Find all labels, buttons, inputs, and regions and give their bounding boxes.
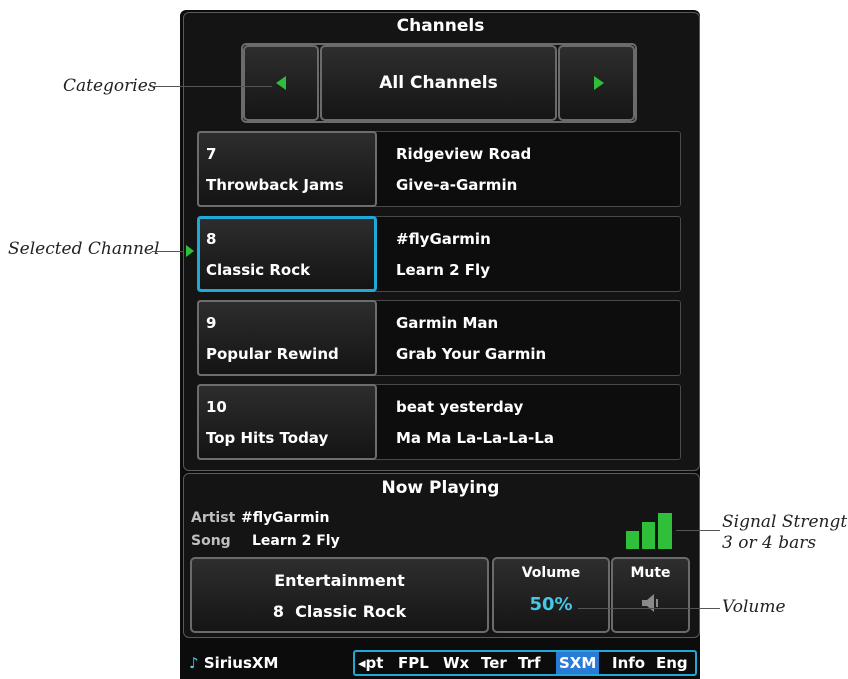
left-arrow-icon xyxy=(276,76,286,90)
channel-button-10[interactable] xyxy=(197,384,377,460)
volume-button[interactable]: Volume 50% xyxy=(492,557,610,633)
music-note-icon: ♪ xyxy=(189,654,199,672)
channel-number: 10 xyxy=(206,398,227,416)
source-label: SiriusXM xyxy=(203,654,279,672)
mute-label: Mute xyxy=(630,565,671,581)
callout-line-signal xyxy=(676,530,720,531)
song-value: Learn 2 Fly xyxy=(252,533,340,549)
artist-label: Artist xyxy=(191,510,236,526)
selected-pointer-icon xyxy=(186,245,194,257)
callout-signal-bars: 3 or 4 bars xyxy=(722,533,817,553)
callout-selected-channel: Selected Channel xyxy=(8,239,160,259)
channel-number: 8 xyxy=(206,230,217,248)
now-playing-channel-button[interactable]: Entertainment 8 Classic Rock xyxy=(190,557,489,633)
channel-name: Popular Rewind xyxy=(206,345,339,363)
callout-line-volume xyxy=(578,608,720,609)
tab-info[interactable]: Info xyxy=(612,652,645,674)
channel-artist: beat yesterday xyxy=(396,398,524,416)
signal-bar-1 xyxy=(626,531,639,549)
channel-artist: Ridgeview Road xyxy=(396,145,532,163)
category-button[interactable]: All Channels xyxy=(320,45,557,121)
channel-artist: Garmin Man xyxy=(396,314,499,332)
callout-signal-strength: Signal Strength xyxy=(722,512,848,532)
tab-ter[interactable]: Ter xyxy=(481,652,507,674)
tab-fpl[interactable]: FPL xyxy=(398,652,429,674)
volume-label: Volume xyxy=(521,565,581,581)
channel-name: Throwback Jams xyxy=(206,176,344,194)
now-playing-title: Now Playing xyxy=(381,478,500,498)
channel-button-9[interactable] xyxy=(197,300,377,376)
callout-categories: Categories xyxy=(63,76,157,96)
channel-name: Top Hits Today xyxy=(206,429,329,447)
signal-bar-2 xyxy=(642,522,655,549)
song-label: Song xyxy=(191,533,231,549)
channels-title: Channels xyxy=(396,16,485,36)
tab-prev[interactable]: ◂pt xyxy=(358,652,383,674)
category-label: All Channels xyxy=(379,73,498,93)
tab-eng[interactable]: Eng xyxy=(656,652,688,674)
channel-song: Grab Your Garmin xyxy=(396,345,547,363)
tab-trf[interactable]: Trf xyxy=(518,652,541,674)
tab-sxm-active[interactable]: SXM xyxy=(556,652,600,674)
tab-wx[interactable]: Wx xyxy=(443,652,469,674)
category-next-button[interactable] xyxy=(558,45,635,121)
channel-song: Ma Ma La-La-La-La xyxy=(396,429,554,447)
channel-song: Learn 2 Fly xyxy=(396,261,490,279)
artist-value: #flyGarmin xyxy=(241,510,330,526)
mute-button[interactable]: Mute xyxy=(611,557,690,633)
callout-line-selected xyxy=(152,251,184,252)
callout-volume: Volume xyxy=(722,597,786,617)
source-indicator: ♪ SiriusXM xyxy=(189,652,278,674)
channel-number: 7 xyxy=(206,145,217,163)
signal-bar-3 xyxy=(658,513,672,549)
channel-artist: #flyGarmin xyxy=(396,230,491,248)
callout-line-categories xyxy=(150,86,272,87)
speaker-icon xyxy=(642,594,658,612)
right-arrow-icon xyxy=(594,76,604,90)
channel-song: Give-a-Garmin xyxy=(396,176,518,194)
channel-name: Classic Rock xyxy=(206,261,311,279)
volume-value: 50% xyxy=(529,594,573,615)
channel-button-7[interactable] xyxy=(197,131,377,207)
channel-number: 9 xyxy=(206,314,217,332)
channel-button-8-selected[interactable] xyxy=(197,216,377,292)
category-name: Entertainment xyxy=(274,571,405,590)
category-prev-button[interactable] xyxy=(243,45,319,121)
current-channel: 8 Classic Rock xyxy=(272,602,407,621)
